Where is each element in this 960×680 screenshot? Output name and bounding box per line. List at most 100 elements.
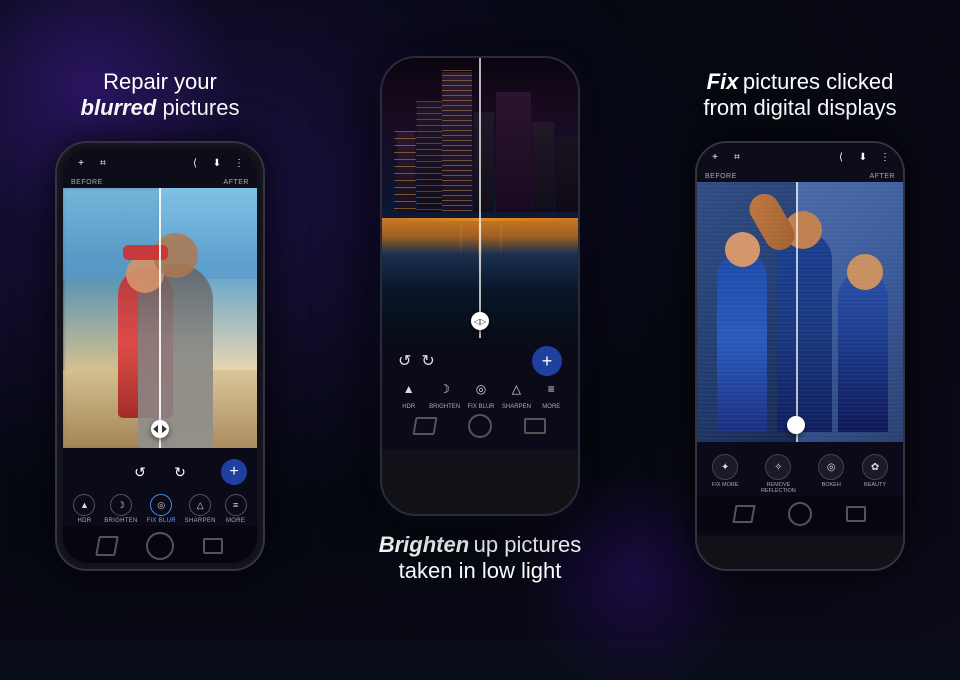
center-brighten[interactable]: ☽ BRIGHTEN	[429, 376, 460, 410]
center-heading-line2: taken in low light	[379, 558, 582, 584]
building-1	[397, 132, 415, 212]
left-phone: + ⌗ ⟨ ⬇ ⋮ BEFORE AFTER	[55, 141, 265, 571]
bokeh-icon: ◎	[818, 454, 844, 480]
player-3	[838, 272, 888, 432]
bokeh-tool[interactable]: ◎ BOKEH	[818, 454, 844, 494]
building-3	[442, 72, 472, 212]
right-phone: + ⌗ ⟨ ⬇ ⋮ BEFORE AFTER	[695, 141, 905, 571]
before-after-labels: BEFORE AFTER	[63, 177, 257, 188]
undo-button[interactable]: ↺	[126, 458, 154, 486]
center-more-icon: ≡	[538, 376, 564, 402]
center-tools-row: ▲ HDR ☽ BRIGHTEN ◎ FIX BLUR △ SHARPEN	[388, 376, 572, 410]
before-label: BEFORE	[71, 179, 103, 186]
beauty-tool[interactable]: ✿ BEAUTY	[862, 454, 888, 494]
reflection-right	[500, 221, 502, 256]
right-nav-back[interactable]	[732, 505, 755, 523]
download-icon[interactable]: ⬇	[209, 155, 225, 171]
center-sharpen-icon: △	[503, 376, 529, 402]
center-nav-home[interactable]	[468, 414, 492, 438]
center-undo[interactable]: ↺	[398, 351, 411, 371]
fixblur-tool[interactable]: ◎ FIX BLUR	[146, 494, 175, 524]
soccer-photo-area	[697, 182, 903, 442]
left-heading-line2: blurred pictures	[81, 95, 240, 121]
more-label: MORE	[226, 518, 245, 524]
center-action-button[interactable]: +	[532, 346, 562, 376]
divider-handle[interactable]	[151, 420, 169, 438]
undo-redo-row: ↺ ↻ +	[63, 454, 257, 490]
right-divider-line	[796, 182, 798, 442]
remove-reflection-icon: ✧	[765, 454, 791, 480]
center-text: Brighten up pictures taken in low light	[379, 532, 582, 584]
sharpen-tool[interactable]: △ SHARPEN	[185, 494, 216, 524]
right-heading: Fix pictures clicked from digital displa…	[703, 69, 896, 121]
center-fixblur-icon: ◎	[468, 376, 494, 402]
building-5	[496, 92, 531, 212]
fix-more-icon: ✦	[712, 454, 738, 480]
right-crop-icon[interactable]: ⌗	[729, 149, 745, 165]
center-nav-recent[interactable]	[524, 418, 546, 434]
left-photo-area	[63, 188, 257, 448]
brighten-icon: ☽	[110, 494, 132, 516]
right-before-after: BEFORE AFTER	[697, 171, 903, 182]
left-tools-row: ▲ HDR ☽ BRIGHTEN ◎ FIX BLUR △	[63, 490, 257, 526]
nav-recent[interactable]	[203, 538, 223, 554]
center-nav-back[interactable]	[412, 417, 437, 435]
center-hdr-icon: ▲	[396, 376, 422, 402]
remove-reflection-tool[interactable]: ✧ REMOVE REFLECTION	[756, 454, 800, 494]
crop-icon[interactable]: ⌗	[95, 155, 111, 171]
toolbar-right: ⟨ ⬇ ⋮	[187, 155, 247, 171]
more-icon[interactable]: ⋮	[231, 155, 247, 171]
beauty-label: BEAUTY	[864, 482, 886, 488]
more-tool[interactable]: ≡ MORE	[225, 494, 247, 524]
action-button[interactable]: +	[221, 459, 247, 485]
plus-icon[interactable]: +	[73, 155, 89, 171]
building-6	[532, 122, 554, 212]
center-fixblur[interactable]: ◎ FIX BLUR	[467, 376, 494, 410]
player-2	[777, 232, 832, 432]
center-section: ◁▷ ↺ ↻ + ▲ HDR ☽	[310, 56, 650, 584]
right-heading-fix: Fix	[707, 69, 739, 94]
share-icon[interactable]: ⟨	[187, 155, 203, 171]
right-more-icon[interactable]: ⋮	[877, 149, 893, 165]
right-divider-handle[interactable]	[787, 416, 805, 434]
center-hdr[interactable]: ▲ HDR	[396, 376, 422, 410]
sharpen-icon: △	[189, 494, 211, 516]
left-phone-bottom: ↺ ↻ + ▲ HDR ☽ B	[63, 448, 257, 563]
center-sharpen[interactable]: △ SHARPEN	[502, 376, 531, 410]
right-section: Fix pictures clicked from digital displa…	[650, 69, 950, 571]
nav-back[interactable]	[96, 536, 120, 556]
center-phone: ◁▷ ↺ ↻ + ▲ HDR ☽	[380, 56, 580, 516]
fixblur-icon: ◎	[150, 494, 172, 516]
left-nav-bar	[63, 526, 257, 563]
right-share-icon[interactable]: ⟨	[833, 149, 849, 165]
more-icon-left: ≡	[225, 494, 247, 516]
brighten-tool[interactable]: ☽ BRIGHTEN	[104, 494, 137, 524]
right-heading-rest: pictures clicked	[743, 69, 893, 94]
center-heading-bold: Brighten	[379, 532, 469, 557]
fixblur-label: FIX BLUR	[146, 518, 175, 524]
fix-more-tool[interactable]: ✦ FIX MORE	[712, 454, 739, 494]
right-plus-icon[interactable]: +	[707, 149, 723, 165]
main-content: Repair your blurred pictures + ⌗ ⟨ ⬇	[0, 0, 960, 640]
right-nav-recent[interactable]	[846, 506, 866, 522]
player3-head	[847, 254, 883, 290]
center-redo[interactable]: ↻	[421, 351, 434, 371]
redo-button[interactable]: ↻	[166, 458, 194, 486]
player-1	[717, 252, 767, 432]
center-divider-handle[interactable]: ◁▷	[471, 312, 489, 330]
player1-head	[725, 232, 760, 267]
right-download-icon[interactable]: ⬇	[855, 149, 871, 165]
city-photo: ◁▷	[382, 58, 578, 338]
nav-home[interactable]	[146, 532, 174, 560]
right-toolbar-right: ⟨ ⬇ ⋮	[833, 149, 893, 165]
right-heading-line1: Fix pictures clicked	[703, 69, 896, 95]
hdr-tool[interactable]: ▲ HDR	[73, 494, 95, 524]
bokeh-label: BOKEH	[822, 482, 841, 488]
center-divider-line	[479, 58, 481, 338]
center-more[interactable]: ≡ MORE	[538, 376, 564, 410]
fix-more-label: FIX MORE	[712, 482, 739, 488]
after-label: AFTER	[224, 179, 249, 186]
reflection-left	[460, 221, 462, 256]
right-nav-home[interactable]	[788, 502, 812, 526]
center-heading: Brighten up pictures	[379, 532, 582, 558]
